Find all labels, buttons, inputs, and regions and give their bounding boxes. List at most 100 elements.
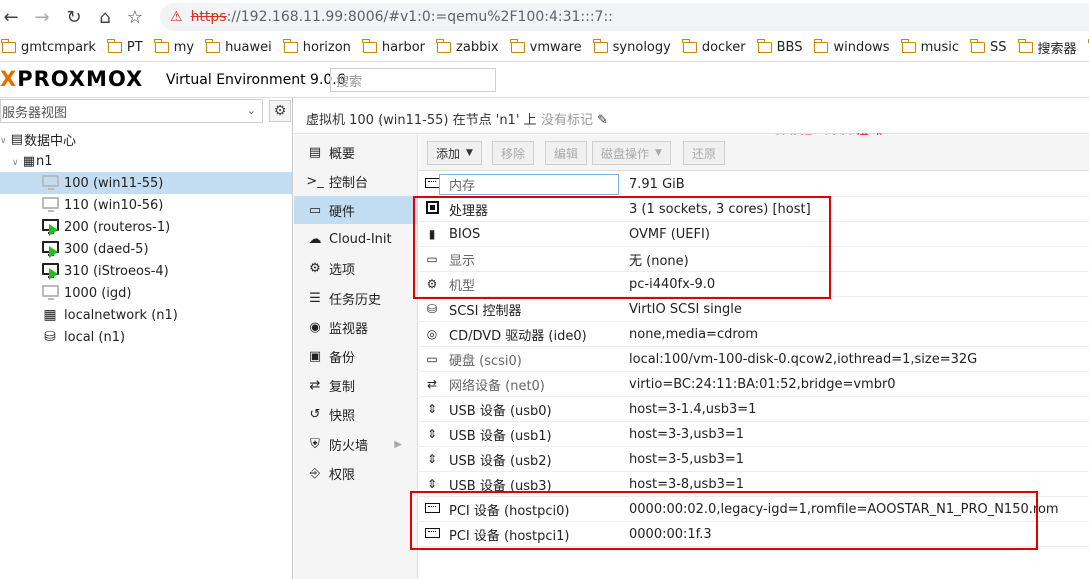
chevron-down-icon[interactable]: ⌄	[247, 104, 256, 117]
menu-item-label: 监视器	[329, 321, 369, 337]
tree-item-node[interactable]: ∨ ▦ n1	[0, 150, 292, 172]
bookmark-label: gmtcmpark	[21, 40, 96, 55]
tree-item-vm[interactable]: 200 (routeros-1)	[0, 216, 292, 238]
folder-icon	[154, 39, 169, 53]
menu-item[interactable]: ▤ 概要	[294, 138, 418, 166]
hardware-key: 网络设备 (net0)	[449, 378, 545, 394]
tree-item-vm[interactable]: 100 (win11-55)	[0, 172, 292, 194]
bookmark-label: BBS	[776, 40, 803, 55]
hardware-row[interactable]: ⚙ 机型 pc-i440fx-9.0	[419, 272, 1089, 297]
menu-item-label: Cloud-Init	[329, 232, 392, 248]
menu-item[interactable]: ☰ 任务历史	[294, 284, 418, 312]
hardware-row[interactable]: ◎ CD/DVD 驱动器 (ide0) none,media=cdrom	[419, 322, 1089, 347]
hardware-row[interactable]: 内存 7.91 GiB	[419, 172, 1089, 197]
pencil-icon[interactable]: ✎	[597, 113, 608, 128]
back-icon[interactable]: ←	[0, 6, 22, 28]
disk-action-button[interactable]: 磁盘操作 ▼	[592, 141, 671, 165]
menu-item[interactable]: ↺ 快照	[294, 401, 418, 429]
hardware-row[interactable]: 处理器 3 (1 sockets, 3 cores) [host]	[419, 197, 1089, 222]
forward-icon[interactable]: →	[31, 6, 53, 28]
usb-icon: ⇕	[426, 452, 438, 466]
menu-item[interactable]: ◉ 监视器	[294, 313, 418, 341]
hardware-row[interactable]: ⇕ USB 设备 (usb2) host=3-5,usb3=1	[419, 447, 1089, 472]
bookmark-item[interactable]: huawei	[205, 39, 272, 55]
bookmark-label: zabbix	[456, 40, 499, 55]
bookmark-label: music	[920, 40, 960, 55]
bookmark-item[interactable]: vmware	[510, 39, 582, 55]
favorites-icon[interactable]: ☆	[124, 6, 146, 28]
bookmark-label: my	[173, 40, 195, 55]
insecure-warning-icon[interactable]: ⚠	[170, 9, 183, 25]
bookmark-item[interactable]: BBS	[756, 39, 803, 55]
add-button[interactable]: 添加 ▼	[427, 141, 482, 165]
revert-button[interactable]: 还原	[683, 141, 726, 165]
menu-item[interactable]: ▭ 硬件	[294, 196, 418, 225]
tags-edit[interactable]: 没有标记 ✎	[541, 109, 608, 128]
bookmark-item[interactable]: synology	[593, 39, 671, 55]
menu-item[interactable]: ⚙ 选项	[294, 255, 418, 283]
hardware-value: host=3-5,usb3=1	[629, 451, 745, 467]
hardware-row[interactable]: ▭ 硬盘 (scsi0) local:100/vm-100-disk-0.qcow2…	[419, 347, 1089, 372]
tree-node-label: 310 (iStroeos-4)	[64, 263, 169, 279]
hardware-row[interactable]: ▮ BIOS OVMF (UEFI)	[419, 222, 1089, 247]
hardware-row[interactable]: ⇄ 网络设备 (net0) virtio=BC:24:11:BA:01:52,bri…	[419, 372, 1089, 397]
bookmark-item[interactable]: SS	[970, 39, 1007, 55]
tree-item-storage[interactable]: ⛁ local (n1)	[0, 326, 292, 348]
bookmark-item[interactable]: 搜索器	[1017, 38, 1077, 57]
cdrom-icon: ◎	[426, 327, 438, 341]
menu-item[interactable]: ☁ Cloud-Init	[294, 226, 418, 254]
hdd-icon: ▭	[426, 352, 438, 366]
vm-config-menu: ▤ 概要 >_ 控制台 ▭ 硬件 ☁ Cloud-Init ⚙ 选项 ☰ 任务历史 ◉ 监视器 ▣ 备份 ⇄ 复制…	[294, 135, 418, 579]
tree-item-vm[interactable]: 1000 (igd)	[0, 282, 292, 304]
menu-item[interactable]: ⇄ 复制	[294, 372, 418, 400]
remove-button[interactable]: 移除	[492, 141, 535, 165]
bookmark-item[interactable]: horizon	[283, 39, 351, 55]
menu-item[interactable]: ⎆ 权限	[294, 459, 418, 487]
bookmark-item[interactable]: PT	[107, 39, 143, 55]
bookmark-item[interactable]: harbor	[362, 39, 425, 55]
bookmark-item[interactable]: zabbix	[436, 39, 499, 55]
bookmark-item[interactable]: docker	[682, 39, 746, 55]
tree-item-datacenter[interactable]: ∨ ▤ 数据中心	[0, 128, 292, 150]
home-icon[interactable]: ⌂	[94, 6, 116, 28]
retweet-icon: ⇄	[309, 378, 321, 394]
reload-icon[interactable]: ↻	[63, 6, 85, 28]
history-icon: ↺	[309, 407, 321, 423]
view-selector[interactable]: 服务器视图 ⌄	[0, 99, 263, 123]
hardware-row[interactable]: ⇕ USB 设备 (usb3) host=3-8,usb3=1	[419, 472, 1089, 497]
url-text: ://192.168.11.99:8006/#v1:0:=qemu%2F100:…	[226, 9, 613, 25]
hardware-row[interactable]: ⛁ SCSI 控制器 VirtIO SCSI single	[419, 297, 1089, 322]
tree-node-label: localnetwork (n1)	[64, 307, 178, 323]
expand-icon[interactable]: ▶	[394, 439, 402, 450]
edit-button[interactable]: 编辑	[545, 141, 588, 165]
hardware-row[interactable]: PCI 设备 (hostpci0) 0000:00:02.0,legacy-igd…	[419, 497, 1089, 522]
bookmark-item[interactable]: music	[900, 39, 960, 55]
tree-item-vm[interactable]: 310 (iStroeos-4)	[0, 260, 292, 282]
tree-item-network[interactable]: ▦ localnetwork (n1)	[0, 304, 292, 326]
hardware-value: 7.91 GiB	[629, 176, 685, 192]
folder-icon	[682, 39, 697, 53]
menu-item[interactable]: ▣ 备份	[294, 342, 418, 370]
folder-icon	[107, 39, 122, 53]
address-bar[interactable]: ⚠ https ://192.168.11.99:8006/#v1:0:=qem…	[160, 3, 1089, 31]
hardware-key: 机型	[449, 278, 476, 294]
bookmark-item[interactable]: my	[154, 39, 195, 55]
folder-icon	[756, 39, 772, 53]
menu-item[interactable]: ⛨ 防火墙 ▶	[294, 430, 418, 458]
desktop-icon: ▭	[308, 202, 322, 218]
hardware-panel: 添加 ▼ 移除 编辑 磁盘操作 ▼ 还原 内存 7.91 GiB 处理器 3 (1 soc…	[419, 135, 1089, 579]
floppy-icon: ▣	[308, 348, 322, 364]
tree-item-vm[interactable]: 300 (daed-5)	[0, 238, 292, 260]
bookmark-item[interactable]: gmtcmpark	[1, 39, 96, 55]
gear-icon[interactable]: ⚙	[269, 100, 291, 122]
menu-item-label: 概要	[329, 146, 356, 162]
hardware-row[interactable]: ⇕ USB 设备 (usb1) host=3-3,usb3=1	[419, 422, 1089, 447]
hardware-row[interactable]: PCI 设备 (hostpci1) 0000:00:1f.3	[419, 522, 1089, 547]
bookmark-item[interactable]: windows	[813, 39, 890, 55]
search-input[interactable]: 搜索	[330, 68, 496, 92]
hardware-row[interactable]: ▭ 显示 无 (none)	[419, 247, 1089, 272]
menu-item[interactable]: >_ 控制台	[294, 167, 418, 195]
tree-item-vm[interactable]: 110 (win10-56)	[0, 194, 292, 216]
hardware-row[interactable]: ⇕ USB 设备 (usb0) host=3-1.4,usb3=1	[419, 397, 1089, 422]
cogs-icon: ⚙	[426, 277, 438, 291]
